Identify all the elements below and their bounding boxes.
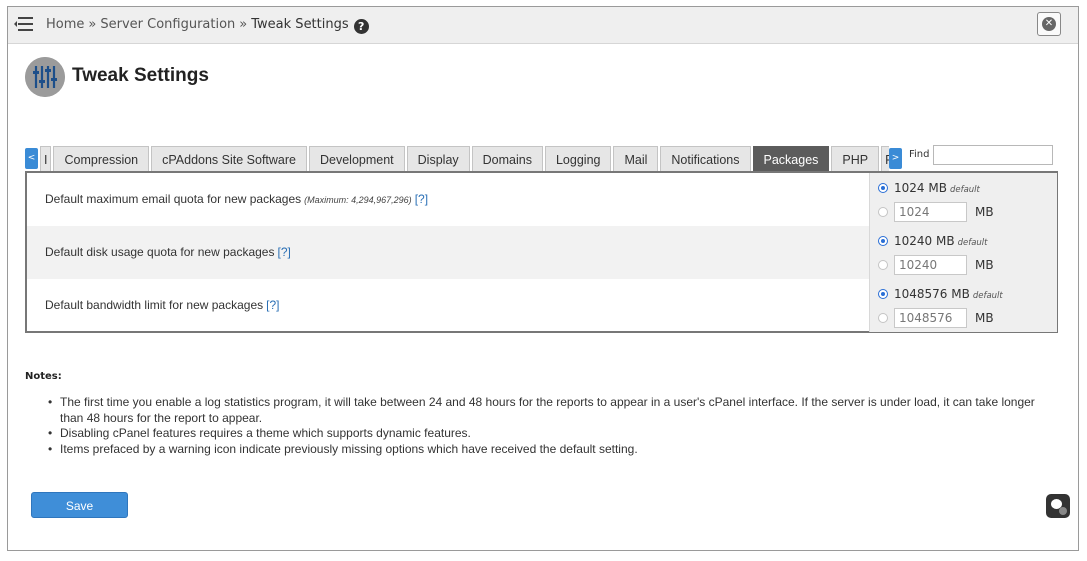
breadcrumb-server-configuration[interactable]: Server Configuration [100, 17, 235, 32]
breadcrumb-separator: » [239, 17, 248, 32]
setting-label: Default maximum email quota for new pack… [45, 192, 429, 206]
tab-notifications[interactable]: Notifications [660, 146, 751, 171]
app-frame: Home» Server Configuration» Tweak Settings… [7, 6, 1079, 551]
tab-logging[interactable]: Logging [544, 146, 612, 171]
default-option: 1024 MB default [878, 181, 980, 195]
note-item: The first time you enable a log statisti… [46, 395, 1058, 426]
setting-row-email-quota: Default maximum email quota for new pack… [27, 173, 1057, 226]
setting-options: 1024 MB default 1024 MB [869, 173, 1057, 226]
tab-partial-left[interactable]: I [40, 146, 52, 171]
custom-radio[interactable] [878, 206, 888, 217]
default-radio[interactable] [878, 289, 888, 299]
note-item: Items prefaced by a warning icon indicat… [46, 442, 1058, 458]
question-circle-icon[interactable]: ? [353, 19, 369, 34]
maximum-note: (Maximum: 4,294,967,296) [304, 195, 412, 205]
custom-value-input[interactable]: 1048576 [894, 308, 967, 328]
find-input[interactable] [933, 145, 1053, 165]
tab-bar: < I Compression cPAddons Site Software Deve… [25, 145, 1057, 171]
custom-option: 1024 MB [878, 202, 994, 222]
setting-help-link[interactable]: [?] [266, 298, 279, 312]
setting-options: 10240 MB default 10240 MB [869, 226, 1057, 279]
tab-development[interactable]: Development [309, 146, 405, 171]
tab-packages[interactable]: Packages [752, 146, 830, 171]
custom-option: 1048576 MB [878, 308, 994, 328]
note-item: Disabling cPanel features requires a the… [46, 426, 1058, 442]
page-title: Tweak Settings [72, 65, 209, 86]
tab-scroll-right-button[interactable]: > [889, 148, 902, 169]
tab-php[interactable]: PHP [831, 146, 880, 171]
custom-radio[interactable] [878, 259, 888, 270]
tab-cpaddons-site-software[interactable]: cPAddons Site Software [151, 146, 307, 171]
breadcrumb-home[interactable]: Home [46, 17, 84, 32]
default-option: 10240 MB default [878, 234, 988, 248]
tab-display[interactable]: Display [406, 146, 470, 171]
tab-list: I Compression cPAddons Site Software Develo… [40, 146, 889, 171]
default-option: 1048576 MB default [878, 287, 1003, 301]
default-radio[interactable] [878, 236, 888, 246]
setting-label: Default disk usage quota for new package… [45, 245, 291, 259]
custom-option: 10240 MB [878, 255, 994, 275]
tab-domains[interactable]: Domains [471, 146, 543, 171]
notes-title: Notes: [25, 371, 62, 382]
tab-scroll-left-button[interactable]: < [25, 148, 38, 169]
tab-partial-right[interactable]: R [881, 146, 889, 171]
setting-help-link[interactable]: [?] [415, 192, 428, 206]
tab-compression[interactable]: Compression [53, 146, 150, 171]
setting-help-link[interactable]: [?] [277, 245, 290, 259]
sliders-icon [25, 57, 65, 97]
breadcrumb-separator: » [88, 17, 97, 32]
custom-radio[interactable] [878, 312, 888, 323]
save-button[interactable]: Save [31, 492, 128, 518]
chat-bot-icon[interactable] [1046, 494, 1070, 518]
setting-options: 1048576 MB default 1048576 MB [869, 279, 1057, 332]
find-label: Find [909, 149, 930, 160]
default-radio[interactable] [878, 183, 888, 193]
settings-table: Default maximum email quota for new pack… [25, 171, 1058, 333]
tab-mail[interactable]: Mail [613, 146, 659, 171]
setting-row-disk-quota: Default disk usage quota for new package… [27, 226, 1057, 279]
setting-label: Default bandwidth limit for new packages… [45, 298, 280, 312]
hamburger-menu-icon[interactable] [14, 15, 34, 33]
setting-row-bandwidth-limit: Default bandwidth limit for new packages… [27, 279, 1057, 332]
custom-value-input[interactable]: 1024 [894, 202, 967, 222]
close-button[interactable]: ✕ [1037, 12, 1061, 36]
notes-list: The first time you enable a log statisti… [46, 395, 1058, 457]
breadcrumb-current: Tweak Settings [251, 17, 349, 32]
breadcrumb: Home» Server Configuration» Tweak Settings… [46, 17, 369, 34]
top-bar: Home» Server Configuration» Tweak Settings… [8, 7, 1078, 44]
custom-value-input[interactable]: 10240 [894, 255, 967, 275]
